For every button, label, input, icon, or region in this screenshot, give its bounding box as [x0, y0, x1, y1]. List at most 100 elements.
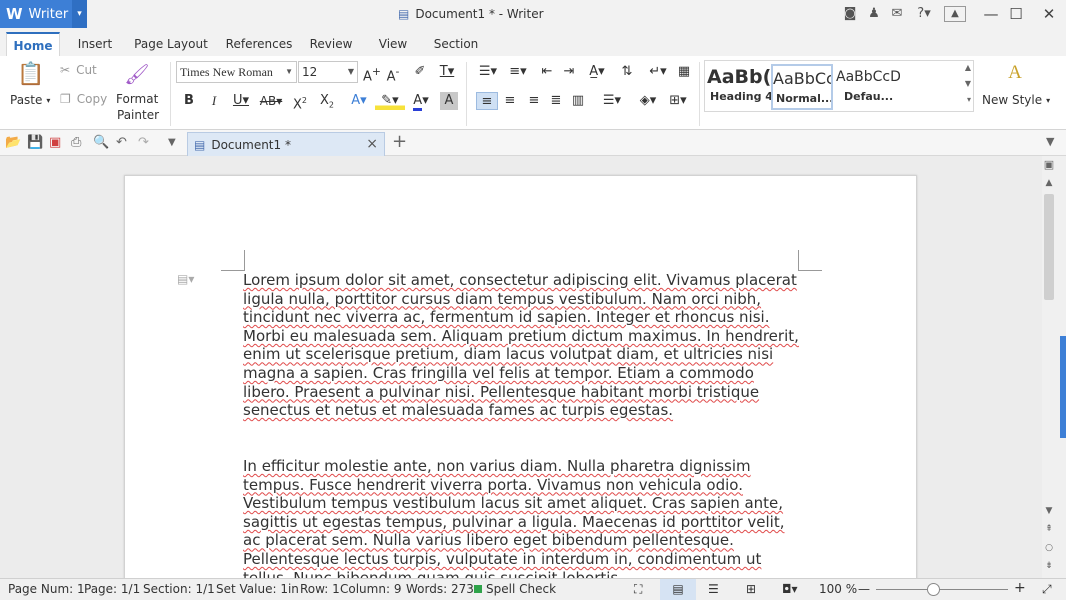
- align-center-icon[interactable]: ≡: [500, 92, 520, 110]
- zoom-out-icon[interactable]: —: [858, 582, 870, 596]
- tab-section[interactable]: Section: [428, 32, 484, 56]
- distributed-icon[interactable]: ▥: [568, 92, 588, 110]
- numbering-icon[interactable]: ≡▾: [504, 63, 532, 81]
- open-folder-icon[interactable]: 📂: [5, 135, 21, 150]
- subscript-icon[interactable]: X2: [317, 92, 337, 110]
- new-style-icon[interactable]: A: [1002, 62, 1028, 84]
- tab-references[interactable]: References: [220, 32, 298, 56]
- ribbon-options-icon[interactable]: ▼: [1046, 135, 1054, 148]
- skin-icon[interactable]: ◙: [842, 5, 858, 23]
- format-painter-icon[interactable]: 🖌: [120, 62, 154, 86]
- document-tab[interactable]: ▤ Document1 * ×: [187, 132, 385, 156]
- styles-scroll-up-icon[interactable]: ▲: [965, 63, 971, 72]
- superscript-icon[interactable]: X2: [290, 92, 310, 112]
- tab-page-layout[interactable]: Page Layout: [130, 32, 212, 56]
- styles-more-icon[interactable]: ▾: [967, 95, 971, 104]
- character-shading-icon[interactable]: A: [440, 92, 458, 110]
- previous-page-icon[interactable]: ⇞: [1042, 524, 1056, 534]
- spell-check-toggle[interactable]: Spell Check: [474, 582, 556, 596]
- zoom-percentage[interactable]: 100 %: [819, 582, 857, 596]
- fullscreen-icon[interactable]: ⛶: [634, 582, 642, 597]
- redo-icon[interactable]: ↷: [138, 135, 149, 150]
- app-menu-dropdown-icon[interactable]: ▾: [72, 0, 87, 28]
- strikethrough-icon[interactable]: AB▾: [257, 92, 285, 110]
- shirt-icon[interactable]: ♟: [866, 5, 882, 23]
- sort-icon[interactable]: ⇅: [617, 63, 637, 81]
- chinese-layout-icon[interactable]: A̲▾: [582, 63, 612, 81]
- restore-layout-icon[interactable]: ▲: [944, 6, 966, 22]
- format-painter-button[interactable]: Format: [116, 92, 158, 106]
- document-page[interactable]: ▤▾ Lorem ipsum dolor sit amet, consectet…: [124, 175, 917, 578]
- vertical-scrollbar[interactable]: ▣ ▲ ▼ ⇞ ○ ⇟: [1042, 156, 1066, 578]
- fit-window-icon[interactable]: ⤢: [1042, 582, 1052, 597]
- panel-toggle-icon[interactable]: ▣: [1042, 158, 1056, 171]
- underline-icon[interactable]: U▾: [228, 92, 254, 110]
- grow-font-icon[interactable]: A+: [362, 63, 382, 84]
- shading-icon[interactable]: ◈▾: [634, 92, 662, 110]
- text-effect-icon[interactable]: A▾: [346, 92, 372, 110]
- styles-scroll-down-icon[interactable]: ▼: [965, 79, 971, 88]
- justify-icon[interactable]: ≣: [546, 92, 566, 110]
- reading-mode-icon[interactable]: ◘▾: [782, 582, 798, 596]
- tab-review[interactable]: Review: [306, 32, 356, 56]
- paragraph-1[interactable]: Lorem ipsum dolor sit amet, consectetur …: [243, 271, 803, 420]
- clear-format-icon[interactable]: ✐: [408, 63, 432, 81]
- scroll-down-icon[interactable]: ▼: [1042, 506, 1056, 516]
- show-hide-marks-icon[interactable]: ↵▾: [645, 63, 671, 81]
- customize-dropdown-icon[interactable]: ▼: [168, 137, 176, 148]
- tab-view[interactable]: View: [372, 32, 414, 56]
- align-right-icon[interactable]: ≡: [524, 92, 544, 110]
- paste-dropdown-icon[interactable]: ▾: [46, 96, 50, 105]
- web-view-icon[interactable]: ⊞: [746, 582, 756, 596]
- text-style-icon[interactable]: T▾: [433, 63, 461, 81]
- tab-insert[interactable]: Insert: [70, 32, 120, 56]
- close-button[interactable]: ✕: [1034, 0, 1064, 28]
- save-icon[interactable]: 💾: [27, 135, 43, 150]
- style-default[interactable]: AaBbCcD Defau...: [836, 64, 900, 110]
- bullets-icon[interactable]: ☰▾: [474, 63, 502, 81]
- maximize-button[interactable]: ☐: [1001, 0, 1031, 28]
- zoom-slider-track[interactable]: [876, 589, 1008, 590]
- undo-icon[interactable]: ↶: [116, 135, 127, 150]
- increase-indent-icon[interactable]: ⇥: [560, 63, 578, 81]
- align-left-icon[interactable]: ≡: [476, 92, 498, 110]
- select-browse-object-icon[interactable]: ○: [1042, 543, 1056, 553]
- side-panel-tab[interactable]: [1060, 336, 1066, 438]
- paste-button[interactable]: Paste ▾: [10, 93, 50, 107]
- export-pdf-icon[interactable]: ▣: [49, 135, 61, 150]
- zoom-slider-knob[interactable]: [927, 583, 941, 596]
- cut-button[interactable]: ✂ Cut: [60, 63, 97, 77]
- outline-view-icon[interactable]: ☰: [708, 582, 719, 596]
- new-tab-button[interactable]: +: [392, 131, 407, 152]
- page-view-icon[interactable]: ▤: [660, 579, 696, 600]
- copy-button[interactable]: ❐ Copy: [60, 92, 107, 106]
- highlight-icon[interactable]: ✎▾: [375, 92, 405, 110]
- italic-icon[interactable]: I: [205, 92, 223, 110]
- paragraph-2[interactable]: In efficitur molestie ante, non varius d…: [243, 457, 803, 578]
- paste-icon[interactable]: 📋: [14, 62, 48, 87]
- font-color-icon[interactable]: A▾: [407, 92, 435, 111]
- shrink-font-icon[interactable]: A-: [383, 63, 403, 84]
- style-heading-4[interactable]: AaBb( Heading 4: [707, 64, 771, 110]
- print-preview-icon[interactable]: 🔍: [93, 135, 109, 150]
- help-icon[interactable]: ?▾: [913, 5, 935, 23]
- line-spacing-icon[interactable]: ☰▾: [598, 92, 626, 110]
- table-grid-icon[interactable]: ▦: [674, 63, 694, 81]
- font-size-select[interactable]: 12 ▼: [298, 61, 358, 83]
- app-menu-button[interactable]: W Writer ▾: [0, 0, 87, 28]
- chat-icon[interactable]: ✉: [889, 5, 905, 23]
- style-normal[interactable]: AaBbCc Normal...: [771, 64, 833, 110]
- status-page-num[interactable]: Page Num: 1: [8, 582, 85, 596]
- next-page-icon[interactable]: ⇟: [1042, 561, 1056, 571]
- bold-icon[interactable]: B: [180, 92, 198, 110]
- font-name-select[interactable]: Times New Roman ▼: [176, 61, 297, 83]
- scroll-up-icon[interactable]: ▲: [1042, 178, 1056, 188]
- tab-close-icon[interactable]: ×: [366, 136, 378, 152]
- print-icon[interactable]: ⎙: [71, 135, 81, 150]
- new-style-button[interactable]: New Style ▾: [982, 93, 1050, 107]
- tab-home[interactable]: Home: [6, 32, 60, 56]
- paragraph-menu-icon[interactable]: ▤▾: [177, 272, 194, 286]
- decrease-indent-icon[interactable]: ⇤: [538, 63, 556, 81]
- borders-icon[interactable]: ⊞▾: [664, 92, 692, 110]
- zoom-in-icon[interactable]: +: [1014, 580, 1026, 596]
